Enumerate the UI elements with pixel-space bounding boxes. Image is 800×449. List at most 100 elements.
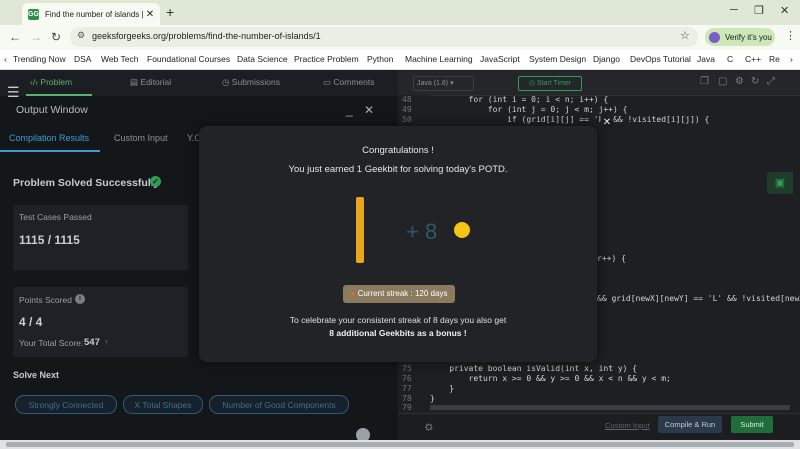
code-fragment[interactable]: && grid[newX][newY] == 'L' && !visited[n… xyxy=(597,294,800,303)
nav-data-science[interactable]: Data Science xyxy=(237,54,288,64)
minimize-icon[interactable]: ─ xyxy=(730,4,738,16)
nav-python[interactable]: Python xyxy=(367,54,393,64)
submit-button[interactable]: Submit xyxy=(731,416,773,433)
minimize-output-icon[interactable]: _ xyxy=(346,103,353,117)
reload-icon[interactable]: ↻ xyxy=(51,30,61,44)
theme-toggle-icon[interactable]: ☼ xyxy=(423,418,435,433)
code-line[interactable]: } xyxy=(430,394,435,403)
chat-icon[interactable]: ▣ xyxy=(767,172,793,194)
tab-submissions[interactable]: ◷ Submissions xyxy=(222,77,280,88)
active-tab-indicator xyxy=(26,94,92,96)
line-number: 49 xyxy=(402,105,412,114)
nav-foundational-courses[interactable]: Foundational Courses xyxy=(147,54,230,64)
nav-practice-problem[interactable]: Practice Problem xyxy=(294,54,359,64)
book-icon: ▤ xyxy=(130,77,139,87)
clock-icon: ◷ xyxy=(222,77,230,87)
gfg-favicon-icon: GG xyxy=(28,8,39,20)
tab-close-icon[interactable]: ✕ xyxy=(144,9,156,20)
nav-scroll-left-icon[interactable]: ‹ xyxy=(4,54,7,64)
forward-icon[interactable]: → xyxy=(30,30,42,44)
points-value: 4 / 4 xyxy=(19,315,43,329)
nav-re[interactable]: Re xyxy=(769,54,780,64)
expand-icon[interactable]: ⤢ xyxy=(767,76,775,87)
nav-javascript[interactable]: JavaScript xyxy=(480,54,520,64)
tab-editorial[interactable]: ▤ Editorial xyxy=(130,77,171,88)
solve-next-chip[interactable]: Strongly Connected xyxy=(15,395,117,414)
code-line[interactable]: return x >= 0 && y >= 0 && x < n && y < … xyxy=(430,374,671,383)
streak-badge: ● Current streak : 120 days xyxy=(343,285,455,303)
code-line[interactable]: if (grid[i][j] == 'L' && !visited[i][j])… xyxy=(430,115,709,124)
info-icon[interactable]: i xyxy=(75,294,85,304)
nav-system-design[interactable]: System Design xyxy=(529,54,586,64)
code-fragment[interactable]: r++) { xyxy=(597,254,626,263)
arrow-up-icon: ↑ xyxy=(104,337,109,347)
nav-web-tech[interactable]: Web Tech xyxy=(101,54,139,64)
line-number: 48 xyxy=(402,95,412,104)
output-window-title: Output Window xyxy=(16,104,88,116)
new-tab-icon[interactable]: + xyxy=(166,4,174,20)
fullscreen-icon[interactable]: ▢ xyxy=(718,76,727,87)
menu-icon[interactable]: ☰ xyxy=(7,84,21,101)
geekbit-bar-icon xyxy=(356,197,364,263)
nav-machine-learning[interactable]: Machine Learning xyxy=(405,54,473,64)
modal-close-icon[interactable]: ✕ xyxy=(600,116,614,130)
compile-run-button[interactable]: Compile & Run xyxy=(658,416,722,433)
bookmark-star-icon[interactable]: ☆ xyxy=(680,29,690,42)
subtab-indicator xyxy=(0,150,100,152)
line-number: 78 xyxy=(402,394,412,403)
close-output-icon[interactable]: ✕ xyxy=(364,103,374,117)
congrats-modal xyxy=(199,126,597,362)
nav-c[interactable]: C xyxy=(727,54,733,64)
start-timer-button[interactable]: ◷ Start Timer xyxy=(518,76,582,91)
code-line[interactable]: for (int j = 0; j < m; j++) { xyxy=(430,105,628,114)
line-number: 77 xyxy=(402,384,412,393)
verify-button[interactable]: Verify it's you xyxy=(705,28,775,46)
custom-input-link[interactable]: Custom Input xyxy=(605,421,650,430)
line-number: 76 xyxy=(402,374,412,383)
total-score-label: Your Total Score: xyxy=(19,338,84,348)
tab-comments[interactable]: ▭ Comments xyxy=(323,77,375,88)
tab-title: Find the number of islands | Pr xyxy=(45,9,144,19)
fire-icon: ● xyxy=(350,289,356,298)
line-number: 50 xyxy=(402,115,412,124)
back-icon[interactable]: ← xyxy=(9,30,21,44)
settings-icon[interactable]: ⚙ xyxy=(735,76,744,87)
nav-dsa[interactable]: DSA xyxy=(74,54,91,64)
code-line[interactable]: for (int i = 0; i < n; i++) { xyxy=(430,95,609,104)
url-text[interactable]: geeksforgeeks.org/problems/find-the-numb… xyxy=(92,31,321,41)
nav-cpp[interactable]: C++ xyxy=(745,54,761,64)
code-line[interactable]: private boolean isValid(int x, int y) { xyxy=(430,364,637,373)
window-close-icon[interactable]: ✕ xyxy=(780,4,789,17)
line-number: 79 xyxy=(402,403,412,412)
subtab-custom-input[interactable]: Custom Input xyxy=(114,133,168,143)
copy-icon[interactable]: ❐ xyxy=(700,76,709,87)
modal-message: You just earned 1 Geekbit for solving to… xyxy=(288,164,508,175)
reset-icon[interactable]: ↻ xyxy=(751,76,759,87)
site-info-icon[interactable]: ⚙ xyxy=(77,30,85,41)
page-horizontal-scrollbar[interactable] xyxy=(6,442,794,447)
tab-problem[interactable]: ‹/› Problem xyxy=(30,77,72,87)
subtab-compilation-results[interactable]: Compilation Results xyxy=(9,133,89,143)
nav-java[interactable]: Java xyxy=(697,54,715,64)
profile-icon xyxy=(709,31,720,43)
total-score-value: 547 xyxy=(84,337,100,348)
test-cases-label: Test Cases Passed xyxy=(19,212,92,222)
language-select[interactable]: Java (1.8) ▾ xyxy=(413,76,474,91)
nav-devops-tutorial[interactable]: DevOps Tutorial xyxy=(630,54,691,64)
geekbit-coin-icon xyxy=(454,222,470,238)
chevron-down-icon: ▾ xyxy=(450,80,454,87)
nav-django[interactable]: Django xyxy=(593,54,620,64)
maximize-icon[interactable]: ❐ xyxy=(754,4,764,17)
line-number: 75 xyxy=(402,364,412,373)
browser-menu-icon[interactable]: ⋮ xyxy=(785,29,796,42)
solve-next-label: Solve Next xyxy=(13,370,60,380)
comment-icon: ▭ xyxy=(323,77,332,87)
nav-trending-now[interactable]: Trending Now xyxy=(13,54,66,64)
browser-tab[interactable]: GG Find the number of islands | Pr ✕ xyxy=(22,3,160,25)
code-line[interactable]: } xyxy=(430,384,454,393)
test-cases-value: 1115 / 1115 xyxy=(19,233,80,247)
solve-next-chip[interactable]: Number of Good Components xyxy=(209,395,349,414)
solve-next-chip[interactable]: X Total Shapes xyxy=(123,395,203,414)
editor-horizontal-scrollbar[interactable] xyxy=(430,405,790,410)
nav-scroll-right-icon[interactable]: › xyxy=(790,54,793,64)
